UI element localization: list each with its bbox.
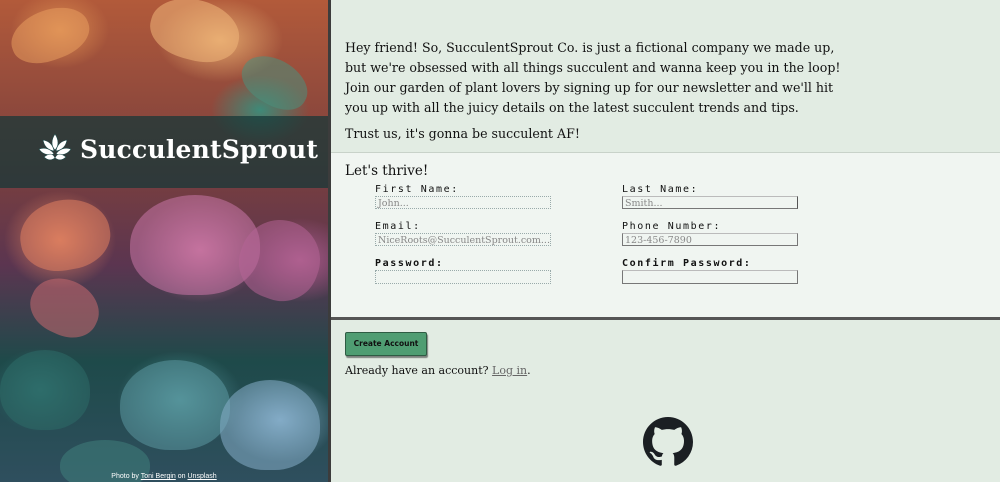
last-name-label: Last Name: (622, 184, 699, 195)
login-link[interactable]: Log in (492, 364, 527, 377)
intro-text: Hey friend! So, SucculentSprout Co. is j… (345, 38, 845, 150)
first-name-input[interactable]: John... (375, 196, 551, 209)
hero-image-panel: SucculentSprout Photo by Toni Bergin on … (0, 0, 328, 482)
password-field: Password: (375, 258, 551, 284)
confirm-password-label: Confirm Password: (622, 258, 752, 269)
email-field: Email: NiceRoots@SucculentSprout.com... (375, 221, 551, 246)
phone-input[interactable]: 123-456-7890 (622, 233, 798, 246)
confirm-password-input[interactable] (622, 270, 798, 284)
password-label: Password: (375, 258, 444, 269)
last-name-input[interactable]: Smith... (622, 196, 798, 209)
brand-name: SucculentSprout (80, 134, 319, 164)
first-name-label: First Name: (375, 184, 459, 195)
create-account-button[interactable]: Create Account (345, 332, 427, 356)
phone-field: Phone Number: 123-456-7890 (622, 221, 798, 246)
succulent-rosette-icon (38, 132, 72, 166)
password-input[interactable] (375, 270, 551, 284)
intro-tagline: Trust us, it's gonna be succulent AF! (345, 126, 580, 141)
phone-label: Phone Number: (622, 221, 722, 232)
first-name-field: First Name: John... (375, 184, 551, 209)
email-input[interactable]: NiceRoots@SucculentSprout.com... (375, 233, 551, 246)
photo-credit: Photo by Toni Bergin on Unsplash (0, 473, 328, 480)
photo-author-link[interactable]: Toni Bergin (141, 473, 176, 480)
confirm-password-field: Confirm Password: (622, 258, 798, 284)
brand-logo[interactable]: SucculentSprout (38, 132, 318, 166)
intro-paragraph: Hey friend! So, SucculentSprout Co. is j… (345, 40, 841, 115)
signup-form: Let's thrive! First Name: John... Last N… (331, 152, 1000, 320)
unsplash-link[interactable]: Unsplash (188, 473, 217, 480)
last-name-field: Last Name: Smith... (622, 184, 798, 209)
github-icon[interactable] (643, 417, 693, 471)
login-suffix: . (527, 364, 531, 377)
login-prompt: Already have an account? Log in. (345, 364, 531, 377)
login-text: Already have an account? (345, 364, 489, 377)
photo-credit-middle: on (177, 473, 186, 480)
form-title: Let's thrive! (345, 163, 429, 179)
email-label: Email: (375, 221, 421, 232)
photo-credit-prefix: Photo by (111, 473, 139, 480)
